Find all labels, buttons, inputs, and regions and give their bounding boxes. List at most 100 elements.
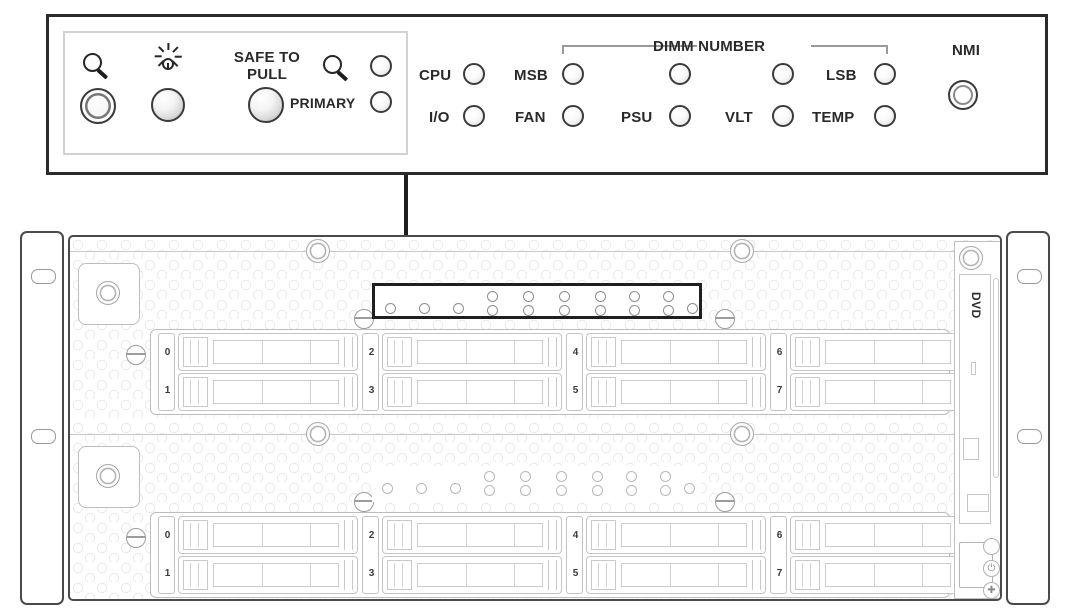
drive-face — [825, 380, 951, 404]
drive-latch[interactable] — [387, 377, 412, 407]
drive-bay[interactable] — [382, 333, 562, 371]
drive-bay[interactable] — [790, 373, 970, 411]
fan-led-label: FAN — [515, 109, 546, 126]
screw[interactable] — [715, 309, 735, 329]
drive-bay[interactable] — [586, 556, 766, 594]
drive-bay[interactable] — [790, 516, 970, 554]
drive-bay[interactable] — [382, 516, 562, 554]
lsb-led-label: LSB — [826, 67, 857, 84]
captive-screw[interactable] — [730, 422, 754, 446]
screw[interactable] — [126, 528, 146, 548]
dimm-bit2-led — [669, 63, 691, 85]
bay-number: 3 — [368, 385, 375, 396]
drive-latch[interactable] — [387, 337, 412, 367]
dvd-label: DVD — [969, 292, 983, 319]
led-hole — [663, 291, 674, 302]
drive-latch[interactable] — [795, 520, 820, 550]
bay-number: 6 — [776, 347, 783, 358]
io-led-label: I/O — [429, 109, 450, 126]
power-button[interactable]: ⏻ — [983, 560, 1000, 577]
drive-face — [825, 340, 951, 364]
drive-bay[interactable] — [382, 556, 562, 594]
drive-handle[interactable] — [752, 337, 761, 367]
captive-screw[interactable] — [959, 246, 983, 270]
led-hole — [385, 303, 396, 314]
drive-bay[interactable] — [790, 556, 970, 594]
drive-handle[interactable] — [548, 337, 557, 367]
captive-screw[interactable] — [306, 422, 330, 446]
led-hole — [663, 305, 674, 316]
led-hole — [523, 291, 534, 302]
drive-face — [213, 563, 339, 587]
brightness-button[interactable] — [151, 88, 185, 122]
led-hole — [453, 303, 464, 314]
drive-bay[interactable] — [382, 373, 562, 411]
led-hole — [592, 471, 603, 482]
drive-face — [213, 380, 339, 404]
server-chassis: 0 1 2 3 4 5 6 7 0 1 2 3 4 5 6 7 DVD ⏻ ✚ — [20, 231, 1050, 605]
drive-bay[interactable] — [178, 333, 358, 371]
captive-screw[interactable] — [96, 281, 120, 305]
drive-handle[interactable] — [752, 520, 761, 550]
screw[interactable] — [354, 492, 374, 512]
nmi-label: NMI — [952, 42, 981, 59]
bay-number: 3 — [368, 568, 375, 579]
led-hole — [629, 305, 640, 316]
led-hole — [382, 483, 393, 494]
service-button[interactable]: ✚ — [983, 582, 1000, 599]
drive-latch[interactable] — [591, 520, 616, 550]
drive-handle[interactable] — [548, 560, 557, 590]
bay-number: 4 — [572, 530, 579, 541]
drive-latch[interactable] — [387, 560, 412, 590]
drive-latch[interactable] — [795, 377, 820, 407]
status-led-strip-highlighted — [372, 283, 702, 319]
drive-handle[interactable] — [548, 377, 557, 407]
drive-latch[interactable] — [183, 377, 208, 407]
led-hole — [559, 305, 570, 316]
drive-bay[interactable] — [586, 516, 766, 554]
drive-bay[interactable] — [586, 373, 766, 411]
drive-latch[interactable] — [795, 337, 820, 367]
drive-handle[interactable] — [344, 337, 353, 367]
drive-handle[interactable] — [344, 377, 353, 407]
safe-to-pull-button[interactable] — [248, 87, 284, 123]
drive-latch[interactable] — [591, 560, 616, 590]
drive-handle[interactable] — [548, 520, 557, 550]
drive-handle[interactable] — [752, 377, 761, 407]
led-hole — [419, 303, 430, 314]
drive-latch[interactable] — [795, 560, 820, 590]
drive-latch[interactable] — [591, 377, 616, 407]
temp-led-label: TEMP — [812, 109, 855, 126]
locate-button[interactable] — [80, 88, 116, 124]
drive-bay[interactable] — [178, 556, 358, 594]
drive-handle[interactable] — [752, 560, 761, 590]
drive-handle[interactable] — [344, 520, 353, 550]
drive-latch[interactable] — [387, 520, 412, 550]
screw[interactable] — [354, 309, 374, 329]
drive-bay[interactable] — [178, 516, 358, 554]
screw[interactable] — [126, 345, 146, 365]
drive-bay[interactable] — [586, 333, 766, 371]
drive-latch[interactable] — [183, 560, 208, 590]
drive-latch[interactable] — [183, 520, 208, 550]
drive-latch[interactable] — [591, 337, 616, 367]
bay-number: 1 — [164, 568, 171, 579]
drive-bay[interactable] — [178, 373, 358, 411]
captive-screw[interactable] — [96, 464, 120, 488]
magnifier-icon — [83, 53, 111, 81]
reset-button[interactable] — [983, 538, 1000, 555]
bay-number: 0 — [164, 347, 171, 358]
led-hole — [592, 485, 603, 496]
drive-bay[interactable] — [790, 333, 970, 371]
captive-screw[interactable] — [306, 239, 330, 263]
drive-latch[interactable] — [183, 337, 208, 367]
screw[interactable] — [715, 492, 735, 512]
nmi-button[interactable] — [948, 80, 978, 110]
rack-slot — [1017, 429, 1042, 444]
captive-screw[interactable] — [730, 239, 754, 263]
primary-led — [370, 91, 392, 113]
drive-handle[interactable] — [344, 560, 353, 590]
eject-slot[interactable] — [993, 278, 999, 478]
cpu-led-label: CPU — [419, 67, 452, 84]
drive-face — [825, 523, 951, 547]
